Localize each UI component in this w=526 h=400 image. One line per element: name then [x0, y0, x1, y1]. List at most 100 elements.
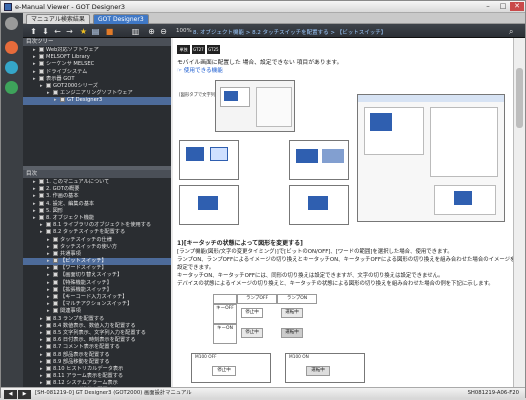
memo-icon[interactable]: ■ — [105, 27, 114, 36]
expand-arrow-icon[interactable]: ▸ — [33, 54, 38, 61]
expand-arrow-icon[interactable]: ▸ — [47, 244, 52, 251]
expand-arrow-icon[interactable]: ▸ — [47, 251, 52, 258]
expand-arrow-icon[interactable]: ▸ — [47, 301, 52, 308]
expand-arrow-icon[interactable]: ▸ — [47, 265, 52, 272]
gear-icon[interactable] — [5, 17, 18, 30]
tree-item-label: GOT2000シリーズ — [53, 82, 98, 89]
tree-item[interactable]: ▸ 3. 作画の基本 — [23, 193, 171, 200]
expand-arrow-icon[interactable]: ▸ — [47, 287, 52, 294]
book-icon — [46, 222, 51, 228]
expand-arrow-icon[interactable]: ▸ — [40, 337, 45, 344]
expand-arrow-icon[interactable]: ▸ — [47, 90, 52, 97]
scroll-thumb[interactable] — [516, 68, 523, 128]
book-icon[interactable] — [5, 41, 18, 54]
tree-item[interactable]: ▸ 表示器 GOT — [23, 75, 171, 83]
title-bar: e-Manual Viewer - GOT Designer3 – □ ✕ — [1, 1, 525, 13]
next-icon[interactable]: → — [65, 27, 74, 36]
tree-item[interactable]: ▸ 8.3 ランプを配置する — [23, 315, 171, 323]
vertical-scrollbar[interactable] — [513, 38, 525, 387]
tree-item[interactable]: ▸ ドライブシステム — [23, 68, 171, 76]
expand-arrow-icon[interactable]: ▸ — [40, 380, 45, 387]
expand-arrow-icon[interactable]: ▸ — [33, 186, 38, 193]
book-icon — [46, 380, 51, 386]
expand-arrow-icon[interactable]: ▸ — [33, 208, 38, 215]
tree-item[interactable]: ▸ タッチスイッチの使い方 — [23, 243, 171, 251]
expand-arrow-icon[interactable]: ▸ — [40, 222, 45, 229]
expand-arrow-icon[interactable]: ▸ — [40, 323, 45, 330]
tree-item[interactable]: ▸ 8.2 タッチスイッチを配置する — [23, 229, 171, 236]
tree-item[interactable]: ▸ 8.9 部品移動を配置する — [23, 358, 171, 366]
expand-arrow-icon[interactable]: ▸ — [47, 258, 52, 265]
back-icon[interactable]: ⬆ — [29, 27, 38, 36]
print-icon[interactable]: ▤ — [91, 27, 100, 36]
tree-item[interactable]: ▸ GT Designer3 — [23, 97, 171, 105]
expand-arrow-icon[interactable]: ▸ — [47, 272, 52, 279]
breadcrumb[interactable]: 8. オブジェクト機能 > 8.2 タッチスイッチを配置する > 【ビットスイッ… — [193, 28, 386, 36]
tree-item[interactable]: ▸ エンジニアリングソフトウェア — [23, 90, 171, 97]
expand-arrow-icon[interactable]: ▸ — [40, 83, 45, 90]
tree-item[interactable]: ▸ シーケンサ MELSEC — [23, 61, 171, 68]
expand-arrow-icon[interactable]: ▸ — [33, 47, 38, 54]
bookmark-icon[interactable] — [5, 81, 18, 94]
tree-item[interactable]: ▸ 8.4 数値表示、数値入力を配置する — [23, 322, 171, 330]
zoom-in-icon[interactable]: ⊕ — [147, 27, 156, 36]
search-icon[interactable]: ⌕ — [509, 27, 519, 36]
tree-item[interactable]: ▸ 4. 設定、編集の基本 — [23, 200, 171, 208]
product-icons: 単独 GT27 GT25 — [177, 45, 220, 54]
expand-arrow-icon[interactable]: ▸ — [40, 229, 45, 236]
notice-text: モバイル画面に配置した 場合、設定できない 項目があります。 — [177, 60, 343, 66]
tree-item[interactable]: ▸ 8.10 ヒストリカルデータ表示 — [23, 365, 171, 373]
feature-link[interactable]: ☞ 使用できる機能 — [177, 66, 223, 74]
expand-arrow-icon[interactable]: ▸ — [33, 179, 38, 186]
expand-arrow-icon[interactable]: ▸ — [33, 201, 38, 208]
expand-arrow-icon[interactable]: ▸ — [40, 359, 45, 366]
expand-arrow-icon[interactable]: ▸ — [54, 97, 59, 104]
tab-gt-designer3[interactable]: GOT Designer3 — [93, 14, 149, 24]
book-icon — [39, 47, 44, 52]
tree-item[interactable]: ▸ Web対応ソフトウェア — [23, 47, 171, 54]
expand-arrow-icon[interactable]: ▸ — [47, 294, 52, 301]
tree-item-label: 8.8 部品表示を配置する — [53, 351, 110, 358]
tree-item[interactable]: ▸ 【特殊機能スイッチ】 — [23, 279, 171, 287]
expand-arrow-icon[interactable]: ▸ — [33, 76, 38, 83]
expand-arrow-icon[interactable]: ▸ — [33, 61, 38, 68]
expand-arrow-icon[interactable]: ▸ — [47, 308, 52, 315]
layout-icon[interactable]: ▥ — [131, 27, 140, 36]
home-icon[interactable]: ⬇ — [41, 27, 50, 36]
close-button[interactable]: ✕ — [510, 2, 524, 11]
expand-arrow-icon[interactable]: ▸ — [33, 215, 38, 222]
maximize-button[interactable]: □ — [496, 2, 510, 11]
tree-item[interactable]: ▸ 【画面切り替えスイッチ】 — [23, 272, 171, 279]
tree-item[interactable]: ▸ 関連事項 — [23, 308, 171, 315]
book-icon — [53, 90, 58, 96]
standalone-icon: 単独 — [177, 45, 190, 54]
tree-item[interactable]: ▸ 共通事項 — [23, 250, 171, 258]
tree-item[interactable]: ▸ 【マルチアクションスイッチ】 — [23, 301, 171, 308]
toc-header: 目次 — [23, 170, 171, 178]
expand-arrow-icon[interactable]: ▸ — [33, 193, 38, 200]
tree-item[interactable]: ▸ 8.8 部品表示を配置する — [23, 351, 171, 359]
expand-arrow-icon[interactable]: ▸ — [40, 316, 45, 323]
tree-item[interactable]: ▸ 8.7 コメント表示を配置する — [23, 344, 171, 351]
zoom-out-icon[interactable]: ⊖ — [159, 27, 168, 36]
expand-arrow-icon[interactable]: ▸ — [47, 280, 52, 287]
tab-search-results[interactable]: マニュアル検索結果 — [26, 14, 90, 24]
expand-arrow-icon[interactable]: ▸ — [33, 69, 38, 76]
expand-arrow-icon[interactable]: ▸ — [40, 330, 45, 337]
tree-item[interactable]: ▸ 8.12 システムアラーム表示 — [23, 380, 171, 387]
expand-arrow-icon[interactable]: ▸ — [40, 352, 45, 359]
tree-item[interactable]: ▸ タッチスイッチの仕様 — [23, 236, 171, 244]
prev-icon[interactable]: ← — [53, 27, 62, 36]
star-icon[interactable]: ★ — [79, 27, 88, 36]
book-icon — [46, 82, 51, 88]
globe-icon[interactable] — [5, 61, 18, 74]
book-icon — [46, 329, 51, 335]
expand-arrow-icon[interactable]: ▸ — [40, 366, 45, 373]
expand-arrow-icon[interactable]: ▸ — [47, 237, 52, 244]
tree-item[interactable]: ▸ 【拡張機能スイッチ】 — [23, 286, 171, 294]
expand-arrow-icon[interactable]: ▸ — [40, 373, 45, 380]
tree-item[interactable]: ▸ 5. 図形 — [23, 207, 171, 215]
book-icon — [53, 301, 58, 307]
expand-arrow-icon[interactable]: ▸ — [40, 344, 45, 351]
minimize-button[interactable]: – — [481, 2, 495, 11]
